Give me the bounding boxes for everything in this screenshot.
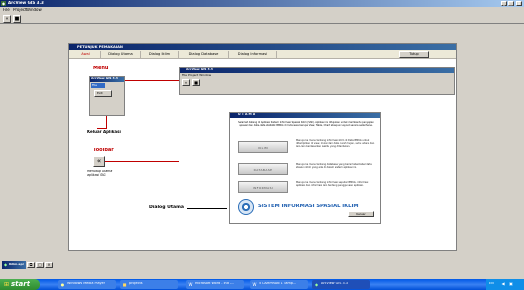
utama-title: U T A M A xyxy=(238,113,256,116)
mini-file-selected: File xyxy=(91,83,105,88)
annotation-toolbar: Toolbar xyxy=(93,148,114,153)
mini-menu-window: ArcView GIS 3.3 File Exit xyxy=(89,76,125,116)
database-button[interactable]: DATABASE xyxy=(238,163,288,175)
pointer-line-exit-h xyxy=(97,128,107,129)
language-indicator[interactable]: EN xyxy=(489,282,494,286)
taskbar: ⊞ start ● Windows Media Player ■ project… xyxy=(0,279,524,290)
mini-back-icon: « xyxy=(93,156,105,167)
taskbar-label: ArcView GIS 3.3 xyxy=(321,282,348,285)
keluar-button[interactable]: Keluar xyxy=(348,211,374,217)
mini-arcview-menu: File Project Window xyxy=(182,74,212,77)
tab-dialog-informasi[interactable]: Dialog Informasi xyxy=(229,51,277,58)
taskbar-label: projects xyxy=(129,282,143,285)
tab-strip: Awal Dialog Utama Dialog Iklim Dialog Da… xyxy=(69,50,456,59)
media-player-icon: ● xyxy=(60,281,65,287)
iklim-button[interactable]: IKLIM xyxy=(238,141,288,153)
save-icon[interactable]: ■ xyxy=(13,15,21,23)
petunjuk-dialog: PETUNJUK PEMAKAIAN Awal Dialog Utama Dia… xyxy=(68,43,457,251)
minimize-button[interactable]: _ xyxy=(501,1,507,6)
pointer-line-menu xyxy=(125,80,179,81)
minimized-project: ◆ Iklim.apr ⧉ □ × xyxy=(2,261,58,269)
menu-file[interactable]: File xyxy=(3,8,10,13)
mini-window-title: ArcView GIS 3.3 xyxy=(90,77,124,82)
document-icon: W xyxy=(252,281,257,287)
pointer-line-utama xyxy=(187,208,227,209)
tab-dialog-iklim[interactable]: Dialog Iklim xyxy=(141,51,179,58)
start-label: start xyxy=(11,280,31,288)
taskbar-label: 5 LAMPIRAN 1 Tamp... xyxy=(259,282,297,285)
informasi-button[interactable]: INFORMASI xyxy=(238,181,288,193)
arcview-icon: ◆ xyxy=(314,281,319,287)
start-button[interactable]: ⊞ start xyxy=(0,279,40,290)
back-arrows-icon[interactable]: « xyxy=(3,15,11,23)
mini-arcview-window: ArcView GIS 3.3 File Project Window « ■ xyxy=(179,67,455,95)
window-title: ArcView GIS 3.3 xyxy=(8,1,44,5)
tab-dialog-utama[interactable]: Dialog Utama xyxy=(101,51,141,58)
petunjuk-title: PETUNJUK PEMAKAIAN xyxy=(77,45,123,49)
windows-logo-icon: ⊞ xyxy=(3,280,10,288)
mini-exit-item: Exit xyxy=(94,90,112,97)
pointer-line-exit xyxy=(106,116,107,128)
taskbar-label: Microsoft Word - ind -... xyxy=(195,282,235,285)
minimized-title: Iklim.apr xyxy=(9,263,25,266)
taskbar-item-projects[interactable]: ■ projects xyxy=(120,280,178,289)
taskbar-item-word[interactable]: W Microsoft Word - ind -... xyxy=(186,280,244,289)
taskbar-label: Windows Media Player xyxy=(67,282,106,285)
arcview-app-icon: ◆ xyxy=(1,0,6,6)
iklim-desc: Menuju ke menu tentang informasi iklim d… xyxy=(296,139,375,149)
taskbar-item-lampiran[interactable]: W 5 LAMPIRAN 1 Tamp... xyxy=(250,280,308,289)
network-icon[interactable]: ▣ xyxy=(508,281,514,287)
volume-icon[interactable]: ◀ xyxy=(500,281,506,287)
main-title-bar: ◆ ArcView GIS 3.3 _ □ × xyxy=(0,0,524,7)
restore-button[interactable]: ⧉ xyxy=(27,262,35,268)
minimized-title-bar[interactable]: ◆ Iklim.apr xyxy=(2,261,26,269)
menu-project[interactable]: Project xyxy=(13,8,27,13)
mini-arcview-save-icon: ■ xyxy=(192,79,200,86)
word-icon: W xyxy=(188,281,193,287)
taskbar-item-media-player[interactable]: ● Windows Media Player xyxy=(58,280,116,289)
utama-dialog: U T A M A Selamat datang di Aplikasi Sis… xyxy=(229,112,381,224)
menu-bar: File Project Window xyxy=(0,7,524,14)
toolbar: « ■ xyxy=(0,14,524,24)
annotation-dialog-utama: Dialog Utama xyxy=(149,205,185,210)
menu-window[interactable]: Window xyxy=(26,8,42,13)
tab-awal[interactable]: Awal xyxy=(71,51,101,58)
maximize-button[interactable]: □ xyxy=(508,1,514,6)
annotation-menu: Menu xyxy=(93,66,109,71)
annotation-toolbar-desc: Menutup utama aplikasi SIG xyxy=(87,170,113,177)
tab-dialog-database[interactable]: Dialog Database xyxy=(179,51,229,58)
folder-icon: ■ xyxy=(122,281,127,287)
informasi-desc: Menuju ke menu tentang informasi seputar… xyxy=(296,181,369,188)
utama-title-bar: U T A M A xyxy=(230,113,380,118)
close-button[interactable]: × xyxy=(516,1,522,6)
mini-arcview-back-icon: « xyxy=(182,79,190,86)
mini-arcview-title: ArcView GIS 3.3 xyxy=(180,68,454,73)
close-small-button[interactable]: × xyxy=(45,262,53,268)
system-tray: EN ◀ ▣ xyxy=(486,279,524,290)
utama-intro: Selamat datang di Aplikasi Sistem Inform… xyxy=(238,121,374,128)
project-icon: ◆ xyxy=(3,261,8,267)
taskbar-item-arcview[interactable]: ◆ ArcView GIS 3.3 xyxy=(312,280,370,289)
sistem-informasi-title: SISTEM INFORMASI SPASIAL IKLIM xyxy=(258,204,359,209)
bmkg-logo-icon xyxy=(238,199,254,215)
database-desc: Menuju ke menu tentang database yang ber… xyxy=(296,163,372,170)
maximize-small-button[interactable]: □ xyxy=(36,262,44,268)
tutup-button[interactable]: Tutup xyxy=(399,51,429,58)
annotation-keluar: Keluar Aplikasi xyxy=(87,130,121,134)
pointer-line-toolbar xyxy=(105,161,179,162)
